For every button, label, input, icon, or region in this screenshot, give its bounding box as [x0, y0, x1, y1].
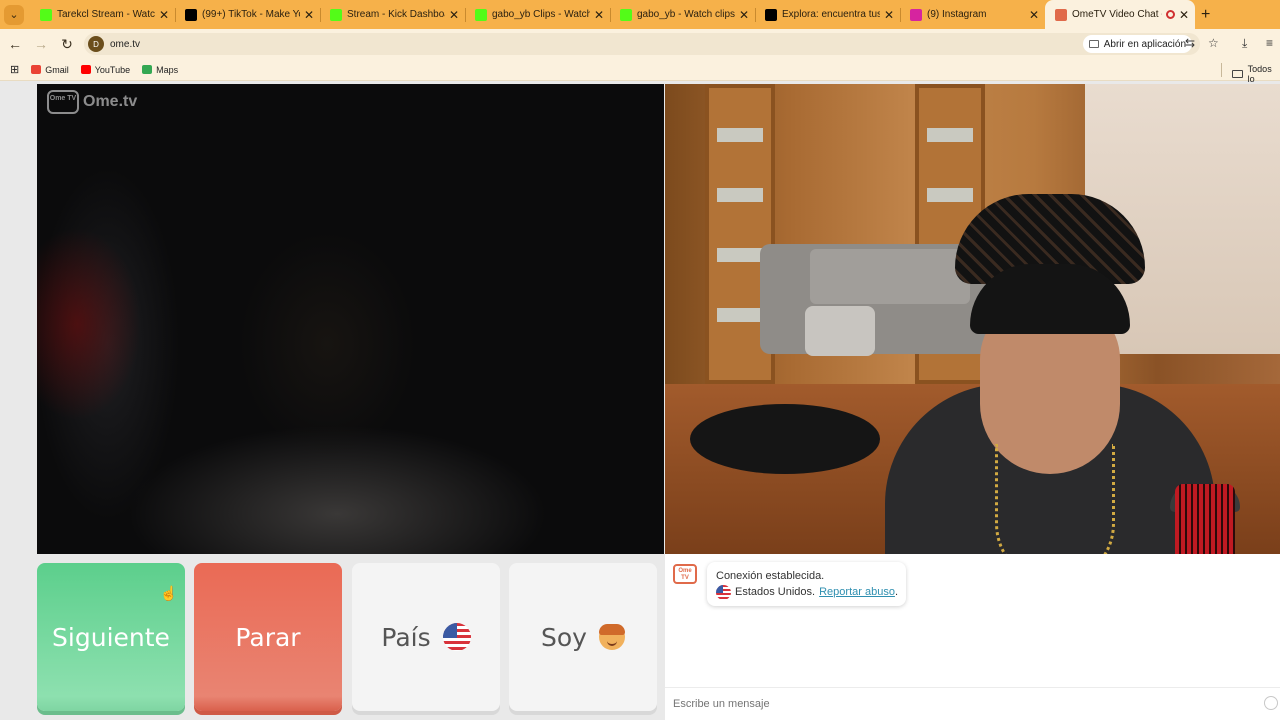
bookmark-youtube[interactable]: YouTube — [80, 64, 131, 75]
bookmark-gmail[interactable]: Gmail — [31, 65, 69, 75]
tab-title: Stream - Kick Dashboard — [347, 9, 445, 20]
system-message: Conexión establecida. Estados Unidos. Re… — [707, 562, 906, 606]
tab-strip: Tarekcl Stream - Watch Li✕(99+) TikTok -… — [30, 0, 1195, 29]
bookmark-label: Gmail — [45, 64, 69, 75]
partner-country-text: Estados Unidos. — [735, 586, 816, 598]
bookmark-star-icon[interactable]: ☆ — [1208, 36, 1219, 50]
tiktok-icon — [185, 8, 197, 21]
ometv-icon — [1055, 8, 1067, 21]
apps-grid-icon[interactable]: ⊞ — [10, 63, 19, 76]
tab-title: Explora: encuentra tus vid — [782, 9, 880, 20]
country-button-label: País — [381, 622, 431, 652]
browser-tab[interactable]: OmeTV Video Chat - ✕ — [1045, 0, 1195, 29]
browser-tab[interactable]: Tarekcl Stream - Watch Li ✕ — [30, 0, 175, 29]
url-text[interactable]: ome.tv — [110, 39, 140, 50]
video-pillow — [805, 306, 875, 356]
tiktok-icon — [765, 8, 777, 21]
connection-status-text: Conexión establecida. — [716, 570, 825, 582]
report-abuse-link[interactable]: Reportar abuso — [819, 584, 895, 600]
bookmarks-divider — [1221, 63, 1222, 77]
gender-button[interactable]: Soy — [509, 563, 657, 711]
video-rug — [690, 404, 880, 474]
close-tab-icon[interactable]: ✕ — [739, 8, 749, 22]
app-window-icon — [1088, 40, 1099, 48]
video-person — [885, 194, 1215, 554]
open-in-app-button[interactable]: Abrir en aplicación — [1082, 35, 1192, 53]
bookmark-label: Maps — [156, 64, 179, 75]
ometv-chat-icon: Ome TV — [673, 564, 697, 584]
gender-button-label: Soy — [541, 622, 587, 652]
chat-panel: Ome TV Conexión establecida. Estados Uni… — [665, 554, 1280, 720]
kick-icon — [40, 8, 52, 21]
download-icon[interactable]: ⤓ — [1242, 36, 1247, 51]
folder-icon — [1232, 70, 1243, 78]
boy-emoji-icon — [598, 624, 625, 650]
reading-list-icon[interactable]: ≡ — [1266, 36, 1273, 50]
ometv-logo: Ome TV Ome.tv — [47, 90, 137, 114]
new-tab-button[interactable]: + — [1201, 6, 1210, 24]
kick-icon — [620, 8, 632, 21]
maps-icon — [142, 65, 153, 74]
emoji-picker-icon[interactable] — [1264, 696, 1278, 710]
address-bar: ← → ↻ D ome.tv Abrir en aplicación ⇆ ☆ ⤓… — [0, 29, 1280, 59]
close-tab-icon[interactable]: ✕ — [1029, 8, 1039, 22]
ometv-logo-icon: Ome TV — [47, 90, 79, 114]
tab-bar: ⌄ Tarekcl Stream - Watch Li✕(99+) TikTok… — [0, 0, 1280, 29]
stop-button-label: Parar — [235, 622, 301, 652]
message-input-bar — [665, 687, 1280, 720]
browser-tab[interactable]: Stream - Kick Dashboard ✕ — [320, 0, 465, 29]
chevron-down-icon: ⌄ — [9, 9, 19, 21]
tab-title: Tarekcl Stream - Watch Li — [57, 9, 155, 20]
browser-tab[interactable]: Explora: encuentra tus vid ✕ — [755, 0, 900, 29]
video-microphone — [1175, 484, 1235, 554]
tab-title: (9) Instagram — [927, 9, 987, 20]
back-button[interactable]: ← — [4, 36, 26, 52]
us-flag-icon — [716, 584, 731, 600]
youtube-icon — [80, 65, 91, 74]
bookmarks-bar: ⊞ Gmail YouTube Maps Todos lo — [0, 59, 1280, 84]
tab-title: gabo_yb Clips - Watch Li — [492, 9, 590, 20]
us-flag-icon — [442, 623, 471, 651]
self-video — [665, 84, 1280, 554]
all-bookmarks-folder[interactable]: Todos lo — [1232, 64, 1280, 84]
stranger-video: Ome TV Ome.tv — [37, 84, 664, 554]
ometv-page: Ome TV Ome.tv Siguiente Parar País Soy ☝… — [0, 82, 1280, 720]
tab-title: OmeTV Video Chat - — [1072, 9, 1162, 20]
close-tab-icon[interactable]: ✕ — [449, 8, 459, 22]
gmail-icon — [31, 65, 42, 74]
forward-button[interactable]: → — [30, 36, 52, 52]
site-info-icon[interactable]: D — [88, 36, 104, 52]
close-tab-icon[interactable]: ✕ — [884, 8, 894, 22]
message-input[interactable] — [673, 698, 1253, 710]
reload-button[interactable]: ↻ — [56, 36, 78, 53]
recording-icon — [1165, 10, 1175, 19]
tab-search-button[interactable]: ⌄ — [4, 4, 24, 25]
translate-icon[interactable]: ⇆ — [1185, 36, 1195, 50]
browser-tab[interactable]: gabo_yb - Watch clips on ✕ — [610, 0, 755, 29]
report-suffix: . — [894, 586, 898, 598]
close-tab-icon[interactable]: ✕ — [304, 8, 314, 22]
bookmark-label: YouTube — [94, 64, 131, 75]
close-tab-icon[interactable]: ✕ — [1179, 8, 1189, 22]
hand-cursor-icon: ☝ — [160, 585, 178, 601]
close-tab-icon[interactable]: ✕ — [159, 8, 169, 22]
ometv-logo-text: Ome.tv — [83, 93, 138, 110]
tab-title: gabo_yb - Watch clips on — [637, 9, 735, 20]
omnibox[interactable]: D ome.tv Abrir en aplicación — [84, 33, 1200, 55]
instagram-icon — [910, 8, 922, 21]
bookmark-maps[interactable]: Maps — [142, 65, 178, 75]
close-tab-icon[interactable]: ✕ — [594, 8, 604, 22]
tab-title: (99+) TikTok - Make Your — [202, 9, 300, 20]
browser-tab[interactable]: (9) Instagram ✕ — [900, 0, 1045, 29]
country-button[interactable]: País — [352, 563, 500, 711]
bookmark-list: Gmail YouTube Maps — [19, 65, 178, 75]
next-button-label: Siguiente — [52, 622, 170, 652]
browser-tab[interactable]: gabo_yb Clips - Watch Li ✕ — [465, 0, 610, 29]
all-bookmarks-label: Todos lo — [1247, 64, 1272, 84]
kick-icon — [330, 8, 342, 21]
browser-tab[interactable]: (99+) TikTok - Make Your ✕ — [175, 0, 320, 29]
kick-icon — [475, 8, 487, 21]
stop-button[interactable]: Parar — [194, 563, 342, 711]
open-in-app-label: Abrir en aplicación — [1103, 38, 1186, 50]
